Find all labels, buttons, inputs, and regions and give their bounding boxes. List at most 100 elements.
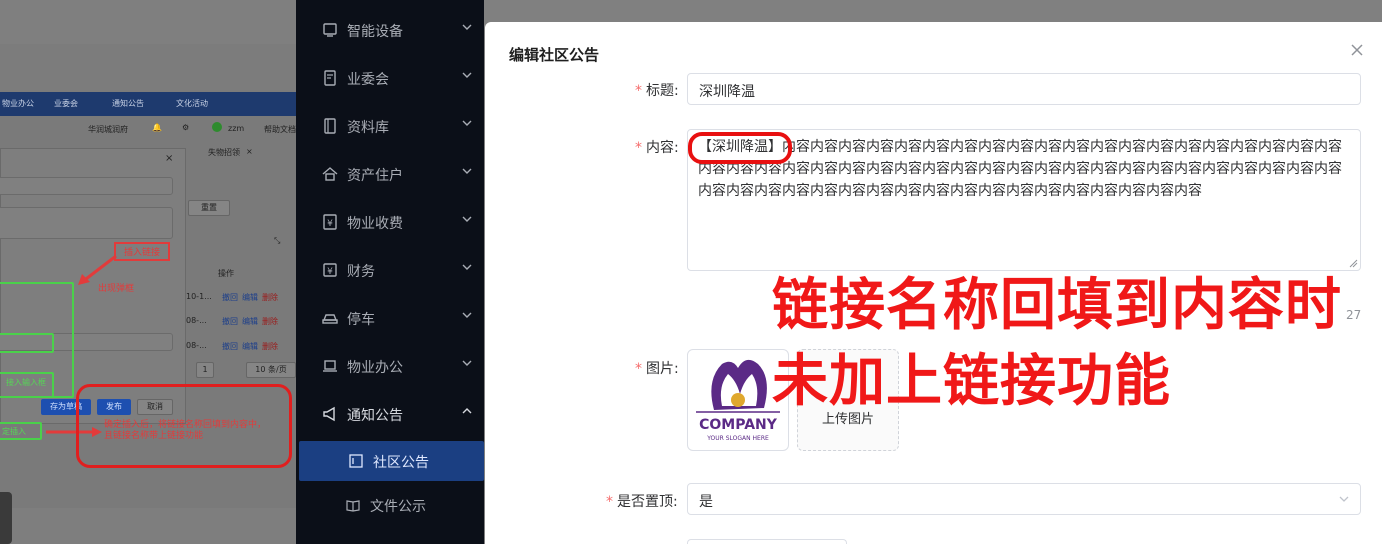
- sidebar-item-owners-committee[interactable]: 业委会: [296, 54, 484, 102]
- title-input[interactable]: 深圳降温: [687, 73, 1361, 105]
- sidebar-item-label: 智能设备: [347, 24, 403, 40]
- annotation-text: 链接名称回填到内容时 未加上链接功能: [772, 268, 1342, 420]
- sidebar-item-label: 资产住户: [347, 168, 403, 184]
- popup-appears-note: 出现弹框: [98, 284, 135, 294]
- embedded-reset-button: 重置: [188, 200, 230, 216]
- sidebar-item-residents[interactable]: 资产住户: [296, 150, 484, 198]
- document-check-icon: [324, 70, 336, 86]
- embedded-row-action: 删除: [262, 293, 278, 302]
- chevron-down-icon: [1339, 496, 1349, 502]
- insert-link-text: 插入链接: [124, 248, 161, 258]
- green-annotation-box: [0, 333, 54, 353]
- dialog-title: 编辑社区公告: [509, 46, 600, 64]
- chevron-down-icon: [462, 312, 472, 318]
- sidebar-item-smart-devices[interactable]: 智能设备: [296, 6, 484, 54]
- sidebar-subitem-label: 文件公示: [370, 499, 426, 515]
- sidebar-item-parking[interactable]: 停车: [296, 294, 484, 342]
- embedded-topbar: 物业办公 业委会 通知公告 文化活动: [0, 92, 296, 116]
- reference-screenshot-panel: 物业办公 业委会 通知公告 文化活动 华润城润府 🔔 ⚙ zzm 帮助文档 失物…: [0, 0, 296, 544]
- embedded-tab: 文化活动: [176, 99, 208, 108]
- title-label-text: 标题:: [646, 83, 679, 99]
- pin-label: * 是否置顶:: [606, 491, 678, 511]
- embedded-screenshot: 物业办公 业委会 通知公告 文化活动 华润城润府 🔔 ⚙ zzm 帮助文档 失物…: [0, 92, 296, 508]
- sidebar-item-label: 物业办公: [347, 360, 403, 376]
- laptop-icon: [323, 360, 337, 372]
- logo-slogan: YOUR SLOGAN HERE: [706, 435, 769, 442]
- embedded-tab: 物业办公: [2, 99, 34, 108]
- sidebar-item-property-office[interactable]: 物业办公: [296, 342, 484, 390]
- embedded-row-action: 撤回: [222, 293, 238, 302]
- embedded-row-action: 编辑: [242, 317, 258, 326]
- chevron-down-icon: [462, 264, 472, 270]
- insert-link-tag: 插入链接: [114, 242, 171, 261]
- embedded-page-size: 10 条/页: [246, 362, 296, 378]
- required-mark: *: [635, 361, 642, 377]
- sidebar-item-label: 通知公告: [347, 408, 403, 424]
- embedded-date: 08-...: [186, 316, 207, 325]
- avatar: [212, 122, 222, 132]
- pin-value: 是: [699, 494, 713, 510]
- page-size: 10 条/页: [255, 365, 287, 374]
- embedded-date: 08-...: [186, 341, 207, 350]
- board-icon: [349, 454, 363, 468]
- sidebar-item-label: 资料库: [347, 120, 389, 136]
- svg-text:¥: ¥: [327, 267, 333, 277]
- red-arrow-icon: [78, 254, 117, 285]
- resize-handle-icon[interactable]: [1348, 258, 1358, 268]
- embedded-page-number: 1: [196, 362, 214, 378]
- sidebar-item-finance[interactable]: ¥ 财务: [296, 246, 484, 294]
- sidebar-item-library[interactable]: 资料库: [296, 102, 484, 150]
- required-mark: *: [635, 140, 642, 156]
- embedded-row-action: 编辑: [242, 293, 258, 302]
- sidebar-item-label: 物业收费: [347, 216, 403, 232]
- embedded-user-name: zzm: [228, 124, 245, 133]
- title-label: * 标题:: [635, 80, 679, 100]
- chevron-down-icon: [462, 168, 472, 174]
- expand-icon: ⤡: [274, 236, 281, 245]
- green-confirm-label: 定插入: [2, 427, 26, 436]
- open-book-icon: [346, 500, 360, 512]
- content-value: 【深圳降温】内容内容内容内容内容内容内容内容内容内容内容内容内容内容内容内容内容…: [698, 139, 1342, 199]
- embedded-textarea: [0, 207, 173, 239]
- green-input-label: 接入输入框: [6, 378, 46, 387]
- sidebar-item-label: 停车: [347, 312, 375, 328]
- car-icon: [322, 314, 338, 324]
- reference-bottom-strip: [0, 508, 296, 544]
- reference-top-strip: [0, 0, 296, 44]
- page-number: 1: [202, 365, 208, 374]
- reference-dark-tab: [0, 492, 12, 544]
- embedded-tab: 通知公告: [112, 99, 144, 108]
- char-count: 27: [1346, 308, 1362, 322]
- annotation-line: 未加上链接功能: [772, 349, 1171, 414]
- embedded-row-action: 删除: [262, 317, 278, 326]
- required-mark: *: [606, 494, 613, 510]
- embedded-ops-header: 操作: [218, 269, 234, 278]
- sidebar-item-label: 财务: [347, 264, 375, 280]
- image-label-text: 图片:: [646, 361, 679, 377]
- image-label: * 图片:: [635, 358, 679, 378]
- chevron-down-icon: [462, 120, 472, 126]
- sidebar-subitem-community-notice[interactable]: 社区公告: [299, 441, 484, 481]
- logo-brand: COMPANY: [699, 417, 778, 433]
- sidebar-subitem-file-disclosure[interactable]: 文件公示: [296, 485, 484, 525]
- chevron-down-icon: [462, 216, 472, 222]
- sidebar-subitem-label: 社区公告: [373, 455, 429, 471]
- next-field-partial: [687, 539, 847, 544]
- content-label: * 内容:: [635, 137, 679, 157]
- annotation-line: 链接名称回填到内容时: [772, 273, 1342, 338]
- embedded-row-action: 编辑: [242, 342, 258, 351]
- sidebar-item-notices[interactable]: 通知公告: [296, 390, 484, 438]
- book-icon: [324, 118, 336, 134]
- sidebar-item-property-fees[interactable]: ¥ 物业收费: [296, 198, 484, 246]
- svg-text:¥: ¥: [327, 219, 333, 229]
- embedded-row-action: 撤回: [222, 342, 238, 351]
- close-icon[interactable]: [1349, 42, 1365, 58]
- home-icon: [322, 167, 338, 181]
- yen-box-icon: ¥: [323, 263, 337, 277]
- embedded-row-action: 撤回: [222, 317, 238, 326]
- pin-select[interactable]: 是: [687, 483, 1361, 515]
- gear-icon: ⚙: [182, 123, 190, 132]
- embedded-date: 10-1...: [186, 292, 212, 301]
- yen-receipt-icon: ¥: [323, 214, 337, 230]
- red-highlight-circle: [688, 132, 792, 164]
